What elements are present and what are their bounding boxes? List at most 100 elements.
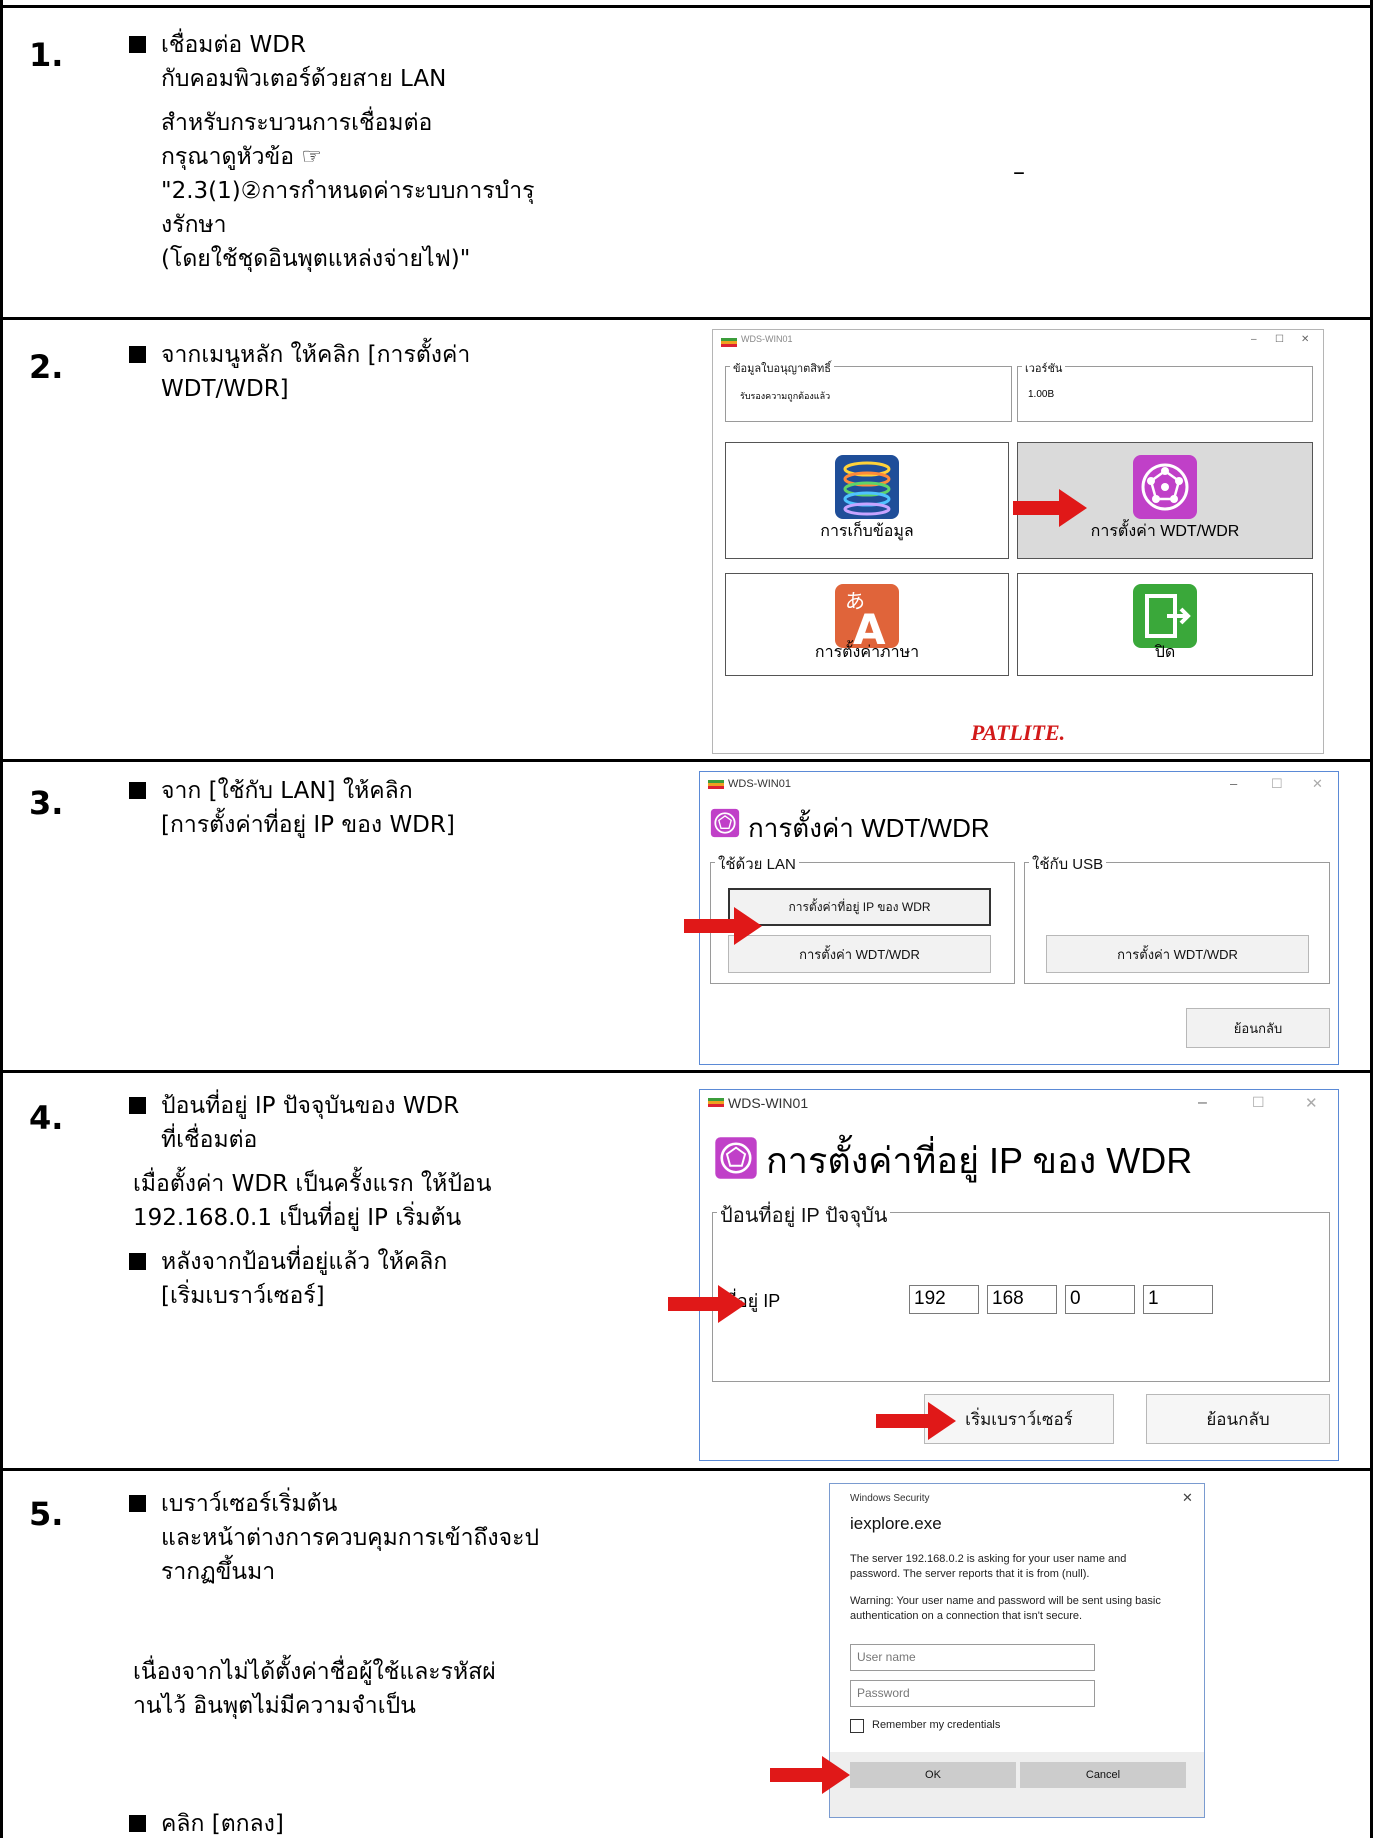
red-arrow-icon	[684, 907, 762, 945]
license-group: ข้อมูลใบอนุญาตสิทธิ์ รับรองความถูกต้องแล…	[725, 359, 1012, 422]
screen-heading: การตั้งค่า WDT/WDR	[748, 813, 990, 843]
password-field[interactable]: Password	[850, 1680, 1095, 1707]
close-tile[interactable]: ปิด	[1017, 573, 1313, 676]
red-arrow-icon	[1013, 489, 1087, 527]
step-number: 2.	[29, 348, 64, 386]
window-title: WDS-WIN01	[728, 778, 791, 790]
app-logo-icon	[721, 338, 737, 347]
ip-octet-3-input[interactable]: 0	[1065, 1285, 1135, 1314]
ip-octet-2-input[interactable]: 168	[987, 1285, 1057, 1314]
ip-input-row: 192 168 0 1	[909, 1285, 1329, 1315]
wdt-wdr-settings-window: WDS-WIN01 – ☐ ✕ การตั้งค่า WDT/WDR ใช้ด้…	[684, 771, 1339, 1065]
step-row-2: 2. จากเมนูหลัก ให้คลิก [การตั้งค่า WDT/W…	[3, 317, 1370, 759]
ok-button[interactable]: OK	[850, 1762, 1016, 1788]
app-logo-icon	[708, 780, 724, 789]
text-line: "2.3(1)②การกำหนดค่าระบบการบำรุ	[161, 178, 535, 204]
text-line: (โดยใช้ชุดอินพุตแหล่งจ่ายไฟ)"	[161, 246, 471, 272]
window-title: WDS-WIN01	[728, 1095, 809, 1111]
maximize-icon[interactable]: ☐	[1275, 334, 1284, 345]
red-arrow-icon	[876, 1402, 956, 1440]
text-line: สำหรับกระบวนการเชื่อมต่อ	[161, 110, 433, 136]
network-globe-icon	[715, 1137, 757, 1179]
network-globe-icon	[1133, 455, 1197, 519]
back-button[interactable]: ย้อนกลับ	[1146, 1394, 1330, 1444]
text-line: ที่เชื่อมต่อ	[161, 1127, 258, 1153]
version-value: 1.00B	[1028, 389, 1055, 400]
app-logo-icon	[708, 1098, 724, 1107]
data-collection-tile[interactable]: การเก็บข้อมูล	[725, 442, 1009, 559]
cancel-button[interactable]: Cancel	[1020, 1762, 1186, 1788]
current-ip-group: ป้อนที่อยู่ IP ปัจจุบัน ที่อยู่ IP 192 1…	[712, 1199, 1330, 1382]
bullet-line: คลิก [ตกลง]	[129, 1807, 539, 1841]
bullet-line: หลังจากป้อนที่อยู่แล้ว ให้คลิก	[129, 1245, 491, 1279]
language-settings-tile[interactable]: あ A การตั้งค่าภาษา	[725, 573, 1009, 676]
step-text: เชื่อมต่อ WDR กับคอมพิวเตอร์ด้วยสาย LAN …	[129, 28, 534, 276]
steps-table: 1. เชื่อมต่อ WDR กับคอมพิวเตอร์ด้วยสาย L…	[0, 0, 1373, 1838]
red-arrow-icon	[668, 1285, 746, 1323]
close-icon[interactable]: ✕	[1305, 1094, 1318, 1112]
current-ip-legend: ป้อนที่อยู่ IP ปัจจุบัน	[717, 1199, 891, 1231]
text-line: เมื่อตั้งค่า WDR เป็นครั้งแรก ให้ป้อน	[133, 1171, 492, 1197]
remember-label: Remember my credentials	[872, 1719, 1001, 1731]
back-button[interactable]: ย้อนกลับ	[1186, 1008, 1330, 1048]
minimize-icon[interactable]: –	[1198, 1094, 1207, 1112]
text-line: กับคอมพิวเตอร์ด้วยสาย LAN	[161, 66, 447, 92]
maximize-icon[interactable]: ☐	[1252, 1094, 1265, 1111]
step-text: จาก [ใช้กับ LAN] ให้คลิก [การตั้งค่าที่อ…	[129, 774, 455, 842]
license-value: รับรองความถูกต้องแล้ว	[740, 391, 831, 401]
step-row-5: 5. เบราว์เซอร์เริ่มต้น และหน้าต่างการควบ…	[3, 1468, 1370, 1838]
version-legend: เวอร์ชัน	[1022, 359, 1066, 377]
step-row-3: 3. จาก [ใช้กับ LAN] ให้คลิก [การตั้งค่าท…	[3, 759, 1370, 1070]
text-line: รากฏขึ้นมา	[161, 1559, 276, 1585]
app-name: iexplore.exe	[850, 1514, 942, 1533]
usb-group: ใช้กับ USB การตั้งค่า WDT/WDR	[1024, 852, 1330, 984]
ip-octet-4-input[interactable]: 1	[1143, 1285, 1213, 1314]
bullet-line: เชื่อมต่อ WDR	[129, 28, 534, 62]
patlite-logo: PATLITE.	[970, 720, 1066, 745]
close-icon[interactable]: ✕	[1182, 1490, 1193, 1506]
username-field[interactable]: User name	[850, 1644, 1095, 1671]
minimize-icon[interactable]: –	[1230, 776, 1237, 791]
step-number: 5.	[29, 1495, 64, 1533]
text-line: งรักษา	[161, 212, 227, 238]
license-legend: ข้อมูลใบอนุญาตสิทธิ์	[730, 359, 834, 377]
security-warning: Warning: Your user name and password wil…	[850, 1595, 1161, 1622]
remember-checkbox[interactable]	[850, 1719, 864, 1733]
version-group: เวอร์ชัน 1.00B	[1017, 359, 1313, 422]
main-menu-window: WDS-WIN01 – ☐ ✕ ข้อมูลใบอนุญาตสิทธิ์ รับ…	[712, 329, 1324, 754]
text-line: WDT/WDR]	[161, 376, 289, 402]
server-message: The server 192.168.0.2 is asking for you…	[850, 1553, 1127, 1580]
text-line: และหน้าต่างการควบคุมการเข้าถึงจะป	[161, 1525, 540, 1551]
usb-wdt-wdr-settings-button[interactable]: การตั้งค่า WDT/WDR	[1046, 935, 1309, 973]
ip-octet-1-input[interactable]: 192	[909, 1285, 979, 1314]
dash-mark: –	[1013, 158, 1025, 186]
bullet-line: เบราว์เซอร์เริ่มต้น	[129, 1487, 539, 1521]
bullet-line: จากเมนูหลัก ให้คลิก [การตั้งค่า	[129, 338, 470, 372]
tile-label: ปิด	[1154, 644, 1176, 661]
text-line: านไว้ อินพุตไม่มีความจำเป็น	[133, 1693, 416, 1719]
usb-legend: ใช้กับ USB	[1029, 852, 1107, 876]
minimize-icon[interactable]: –	[1251, 334, 1257, 345]
text-line: กรุณาดูหัวข้อ ☞	[161, 144, 323, 170]
step-text: จากเมนูหลัก ให้คลิก [การตั้งค่า WDT/WDR]	[129, 338, 470, 406]
ip-address-window: WDS-WIN01 – ☐ ✕ การตั้งค่าที่อยู่ IP ของ…	[668, 1089, 1339, 1461]
maximize-icon[interactable]: ☐	[1271, 776, 1283, 792]
lan-wdt-wdr-settings-button[interactable]: การตั้งค่า WDT/WDR	[728, 935, 991, 973]
network-globe-icon	[710, 808, 740, 838]
data-collection-icon	[835, 455, 899, 519]
bullet-line: จาก [ใช้กับ LAN] ให้คลิก	[129, 774, 455, 808]
bullet-line: ป้อนที่อยู่ IP ปัจจุบันของ WDR	[129, 1089, 491, 1123]
close-icon[interactable]: ✕	[1312, 776, 1323, 792]
step-text: ป้อนที่อยู่ IP ปัจจุบันของ WDR ที่เชื่อม…	[129, 1089, 491, 1313]
close-icon[interactable]: ✕	[1301, 334, 1309, 345]
lan-legend: ใช้ด้วย LAN	[715, 852, 799, 876]
step-number: 1.	[29, 36, 64, 74]
windows-security-dialog: Windows Security ✕ iexplore.exe The serv…	[770, 1483, 1205, 1818]
screen-heading: การตั้งค่าที่อยู่ IP ของ WDR	[766, 1140, 1193, 1181]
step-number: 4.	[29, 1099, 64, 1137]
ip-settings-button[interactable]: การตั้งค่าที่อยู่ IP ของ WDR	[728, 888, 991, 926]
text-line: 192.168.0.1 เป็นที่อยู่ IP เริ่มต้น	[133, 1205, 462, 1231]
step-row-4: 4. ป้อนที่อยู่ IP ปัจจุบันของ WDR ที่เชื…	[3, 1070, 1370, 1468]
dialog-title: Windows Security	[850, 1493, 930, 1504]
text-line: [การตั้งค่าที่อยู่ IP ของ WDR]	[161, 812, 455, 838]
